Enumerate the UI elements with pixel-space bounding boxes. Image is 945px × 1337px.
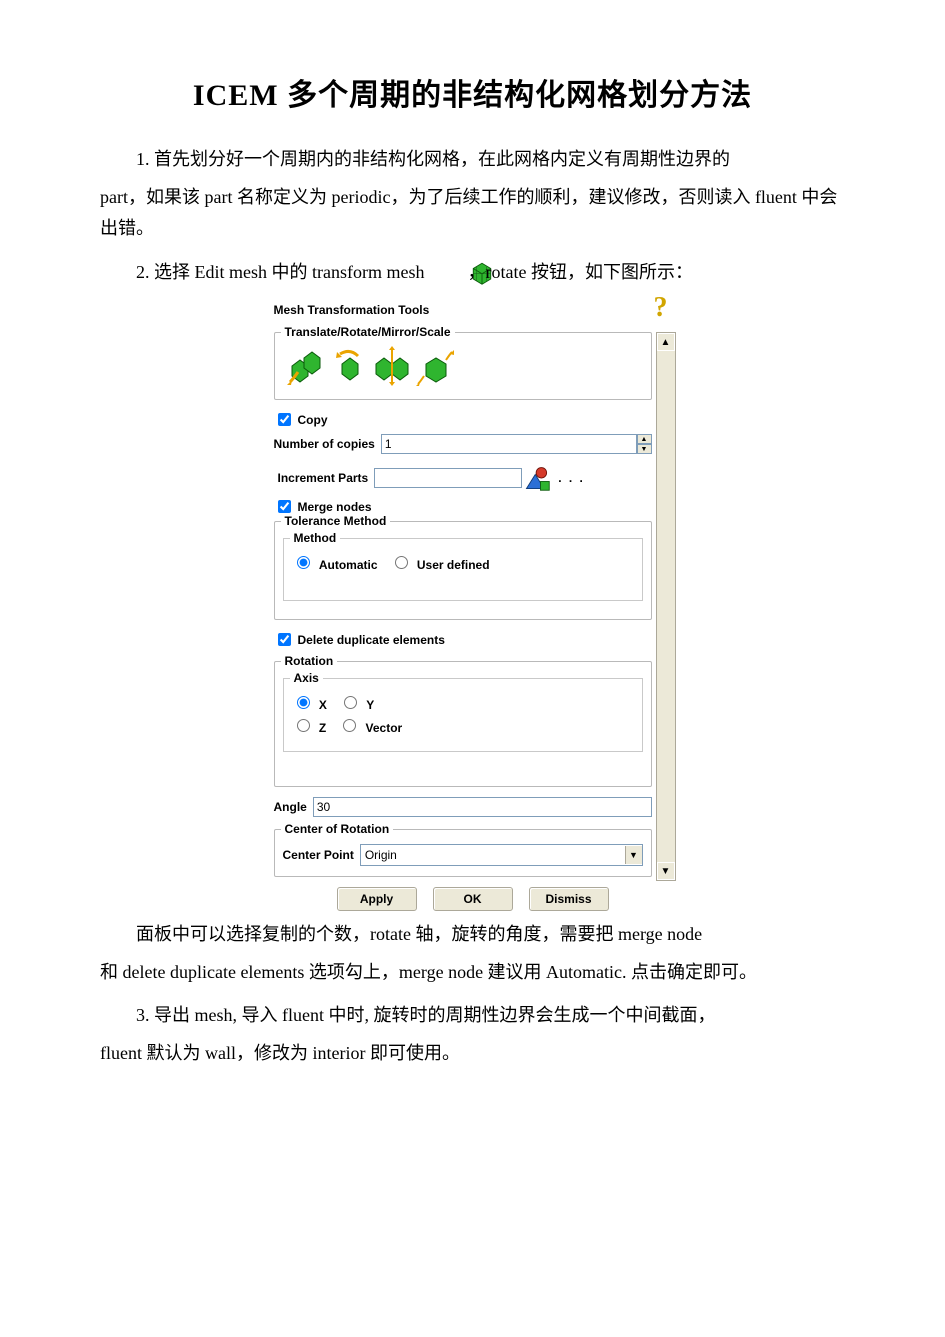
- axis-vector-label: Vector: [366, 721, 403, 735]
- method-automatic-radio[interactable]: [297, 556, 310, 569]
- center-point-select[interactable]: Origin ▼: [360, 844, 643, 866]
- rotation-title: Rotation: [281, 654, 338, 668]
- scroll-up-icon[interactable]: ▲: [657, 333, 675, 351]
- method-group: Method Automatic User defined: [283, 538, 643, 601]
- transform-mode-group: Translate/Rotate/Mirror/Scale: [274, 332, 652, 400]
- delete-duplicate-row: Delete duplicate elements: [274, 630, 652, 649]
- method-user-defined-label: User defined: [417, 558, 490, 572]
- center-of-rotation-title: Center of Rotation: [281, 822, 394, 836]
- tolerance-method-title: Tolerance Method: [281, 514, 391, 528]
- merge-nodes-checkbox[interactable]: [278, 500, 291, 513]
- panel-button-row: Apply OK Dismiss: [268, 881, 678, 919]
- mesh-transformation-panel: Mesh Transformation Tools ? Translate/Ro…: [268, 294, 678, 919]
- panel-scrollbar[interactable]: ▲ ▼: [656, 332, 676, 881]
- num-copies-row: Number of copies ▲ ▼: [274, 434, 652, 454]
- method-title: Method: [290, 531, 341, 545]
- delete-duplicate-label: Delete duplicate elements: [298, 633, 445, 647]
- paragraph-1a: 1. 首先划分好一个周期内的非结构化网格，在此网格内定义有周期性边界的: [100, 144, 845, 176]
- num-copies-spin-up[interactable]: ▲: [637, 434, 652, 444]
- paragraph-2b-text: ，rotate 按钮，如下图所示：: [467, 262, 692, 282]
- axis-z-label: Z: [319, 721, 326, 735]
- axis-z-radio[interactable]: [297, 719, 310, 732]
- paragraph-2: 2. 选择 Edit mesh 中的 transform mesh ，rotat…: [100, 257, 845, 289]
- axis-y-label: Y: [366, 698, 374, 712]
- increment-parts-input[interactable]: [374, 468, 522, 488]
- merge-nodes-label: Merge nodes: [298, 500, 372, 514]
- angle-row: Angle: [274, 797, 652, 817]
- paragraph-3b: 和 delete duplicate elements 选项勾上，merge n…: [100, 957, 845, 989]
- tolerance-method-group: Tolerance Method Method Automatic User d…: [274, 521, 652, 620]
- ok-button[interactable]: OK: [433, 887, 513, 911]
- axis-title: Axis: [290, 671, 323, 685]
- scroll-down-icon[interactable]: ▼: [657, 862, 675, 880]
- increment-parts-label: Increment Parts: [278, 471, 369, 485]
- method-user-defined-radio[interactable]: [395, 556, 408, 569]
- axis-vector-radio[interactable]: [343, 719, 356, 732]
- axis-group: Axis X Y: [283, 678, 643, 752]
- num-copies-spin-down[interactable]: ▼: [637, 444, 652, 454]
- apply-button[interactable]: Apply: [337, 887, 417, 911]
- chevron-down-icon: ▼: [625, 846, 642, 864]
- transform-mesh-icon: [431, 258, 461, 286]
- num-copies-label: Number of copies: [274, 437, 375, 451]
- copy-checkbox[interactable]: [278, 413, 291, 426]
- paragraph-2a-text: 2. 选择 Edit mesh 中的 transform mesh: [136, 262, 424, 282]
- method-automatic-label: Automatic: [319, 558, 378, 572]
- transform-toolbar: [283, 343, 643, 391]
- center-point-label: Center Point: [283, 848, 354, 862]
- delete-duplicate-checkbox[interactable]: [278, 633, 291, 646]
- paragraph-4a: 3. 导出 mesh, 导入 fluent 中时, 旋转时的周期性边界会生成一个…: [100, 1000, 845, 1032]
- increment-parts-row: Increment Parts . . .: [274, 464, 652, 492]
- num-copies-input[interactable]: [381, 434, 637, 454]
- axis-y-radio[interactable]: [344, 696, 357, 709]
- copy-row: Copy: [274, 410, 652, 429]
- axis-x-label: X: [319, 698, 327, 712]
- mirror-icon[interactable]: [371, 345, 413, 387]
- axis-x-radio[interactable]: [297, 696, 310, 709]
- help-icon[interactable]: ?: [654, 298, 672, 322]
- select-parts-icon[interactable]: [522, 464, 552, 492]
- paragraph-1b: part，如果该 part 名称定义为 periodic，为了后续工作的顺利，建…: [100, 182, 845, 245]
- paragraph-4b: fluent 默认为 wall，修改为 interior 即可使用。: [100, 1038, 845, 1070]
- copy-label: Copy: [298, 413, 328, 427]
- paragraph-3a: 面板中可以选择复制的个数，rotate 轴，旋转的角度，需要把 merge no…: [100, 919, 845, 951]
- center-of-rotation-group: Center of Rotation Center Point Origin ▼: [274, 829, 652, 877]
- center-point-value: Origin: [365, 848, 397, 862]
- rotate-icon[interactable]: [327, 345, 369, 387]
- dismiss-button[interactable]: Dismiss: [529, 887, 609, 911]
- rotation-group: Rotation Axis X Y: [274, 661, 652, 787]
- increment-parts-more-button[interactable]: . . .: [558, 471, 585, 485]
- angle-input[interactable]: [313, 797, 652, 817]
- page-title: ICEM 多个周期的非结构化网格划分方法: [100, 70, 845, 114]
- panel-title: Mesh Transformation Tools: [274, 303, 430, 317]
- angle-label: Angle: [274, 800, 307, 814]
- transform-mode-title: Translate/Rotate/Mirror/Scale: [281, 325, 455, 339]
- scale-icon[interactable]: [415, 345, 457, 387]
- translate-icon[interactable]: [283, 345, 325, 387]
